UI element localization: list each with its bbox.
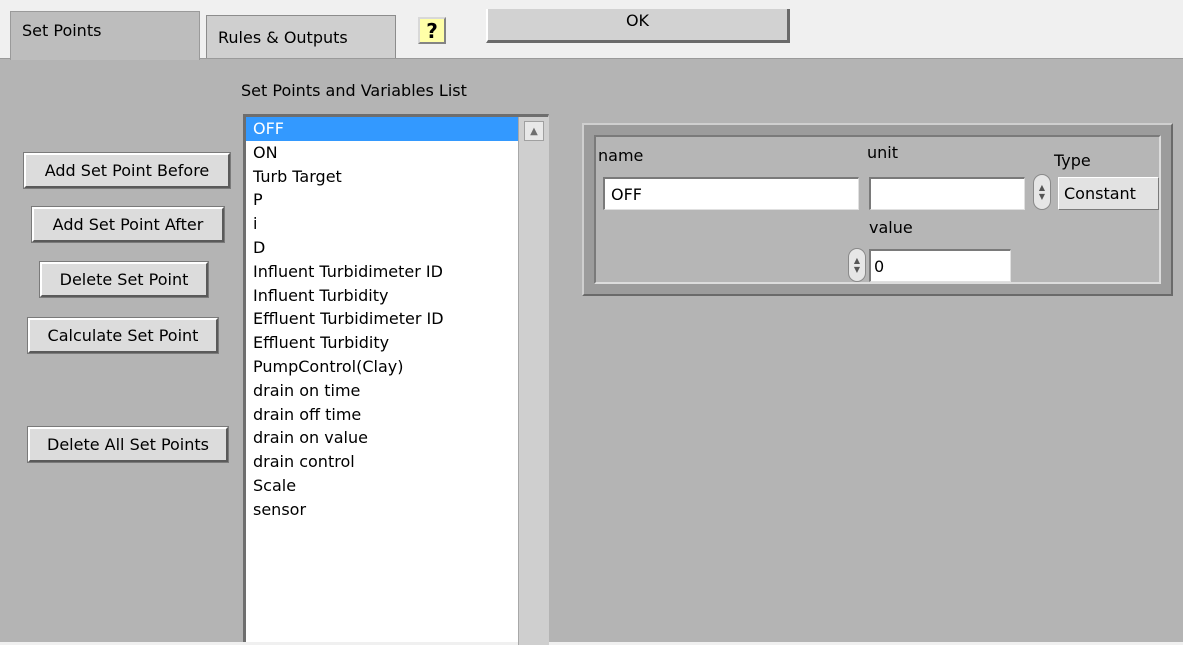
list-item[interactable]: sensor <box>246 498 518 522</box>
name-field[interactable]: OFF <box>603 177 859 210</box>
delete-set-point-label: Delete Set Point <box>59 270 189 289</box>
delete-set-point-button[interactable]: Delete Set Point <box>39 261 209 298</box>
add-set-point-before-label: Add Set Point Before <box>44 161 210 180</box>
value-value: 0 <box>874 256 885 276</box>
list-item[interactable]: Scale <box>246 474 518 498</box>
list-item[interactable]: Influent Turbidimeter ID <box>246 260 518 284</box>
list-item[interactable]: drain on value <box>246 426 518 450</box>
type-increment-decrement-icon[interactable]: ▲ ▼ <box>1033 174 1051 210</box>
list-item[interactable]: drain off time <box>246 403 518 427</box>
value-increment-decrement-icon[interactable]: ▲ ▼ <box>848 248 866 282</box>
list-title: Set Points and Variables List <box>241 81 467 100</box>
add-set-point-after-button[interactable]: Add Set Point After <box>31 206 225 243</box>
question-mark-icon: ? <box>426 18 438 43</box>
type-selector[interactable]: Constant <box>1058 177 1159 210</box>
help-button[interactable]: ? <box>418 17 446 44</box>
calculate-set-point-button[interactable]: Calculate Set Point <box>27 317 219 354</box>
tab-set-points[interactable]: Set Points <box>10 11 200 60</box>
list-item[interactable]: P <box>246 188 518 212</box>
value-field[interactable]: 0 <box>869 249 1011 282</box>
scroll-up-arrow-icon[interactable]: ▲ <box>524 121 544 141</box>
set-point-details-frame: name OFF unit Type ▲ ▼ Constant value ▲ ▼ … <box>582 123 1173 296</box>
tab-set-points-label: Set Points <box>22 21 102 40</box>
type-value: Constant <box>1064 184 1136 203</box>
tab-rules-outputs-label: Rules & Outputs <box>218 27 348 47</box>
list-item[interactable]: ON <box>246 141 518 165</box>
calculate-set-point-label: Calculate Set Point <box>47 326 199 345</box>
list-item[interactable]: D <box>246 236 518 260</box>
value-label: value <box>869 218 913 237</box>
delete-all-set-points-label: Delete All Set Points <box>47 435 209 454</box>
type-label: Type <box>1054 151 1091 170</box>
ok-button-label: OK <box>625 11 650 30</box>
list-item[interactable]: drain on time <box>246 379 518 403</box>
unit-field[interactable] <box>869 177 1025 210</box>
set-points-list[interactable]: OFF ON Turb Target Pi D Influent Turbidimeter… <box>243 114 549 645</box>
list-item[interactable]: i <box>246 212 518 236</box>
list-item[interactable]: PumpControl(Clay) <box>246 355 518 379</box>
tab-rules-outputs[interactable]: Rules & Outputs <box>206 15 396 58</box>
unit-label: unit <box>867 143 898 162</box>
list-items: OFF ON Turb Target Pi D Influent Turbidimeter… <box>246 117 518 522</box>
list-item[interactable]: Influent Turbidity <box>246 284 518 308</box>
name-label: name <box>598 146 644 165</box>
list-item[interactable]: Effluent Turbidimeter ID <box>246 307 518 331</box>
list-scrollbar[interactable]: ▲ <box>518 117 549 645</box>
ok-button[interactable]: OK <box>486 9 790 43</box>
name-value: OFF <box>611 184 642 204</box>
add-set-point-before-button[interactable]: Add Set Point Before <box>23 152 231 189</box>
list-item[interactable]: Effluent Turbidity <box>246 331 518 355</box>
add-set-point-after-label: Add Set Point After <box>52 215 204 234</box>
list-item[interactable]: Turb Target <box>246 165 518 189</box>
list-item[interactable]: OFF <box>246 117 518 141</box>
delete-all-set-points-button[interactable]: Delete All Set Points <box>27 426 229 463</box>
list-item[interactable]: drain control <box>246 450 518 474</box>
set-point-details: name OFF unit Type ▲ ▼ Constant value ▲ ▼ … <box>594 135 1161 284</box>
